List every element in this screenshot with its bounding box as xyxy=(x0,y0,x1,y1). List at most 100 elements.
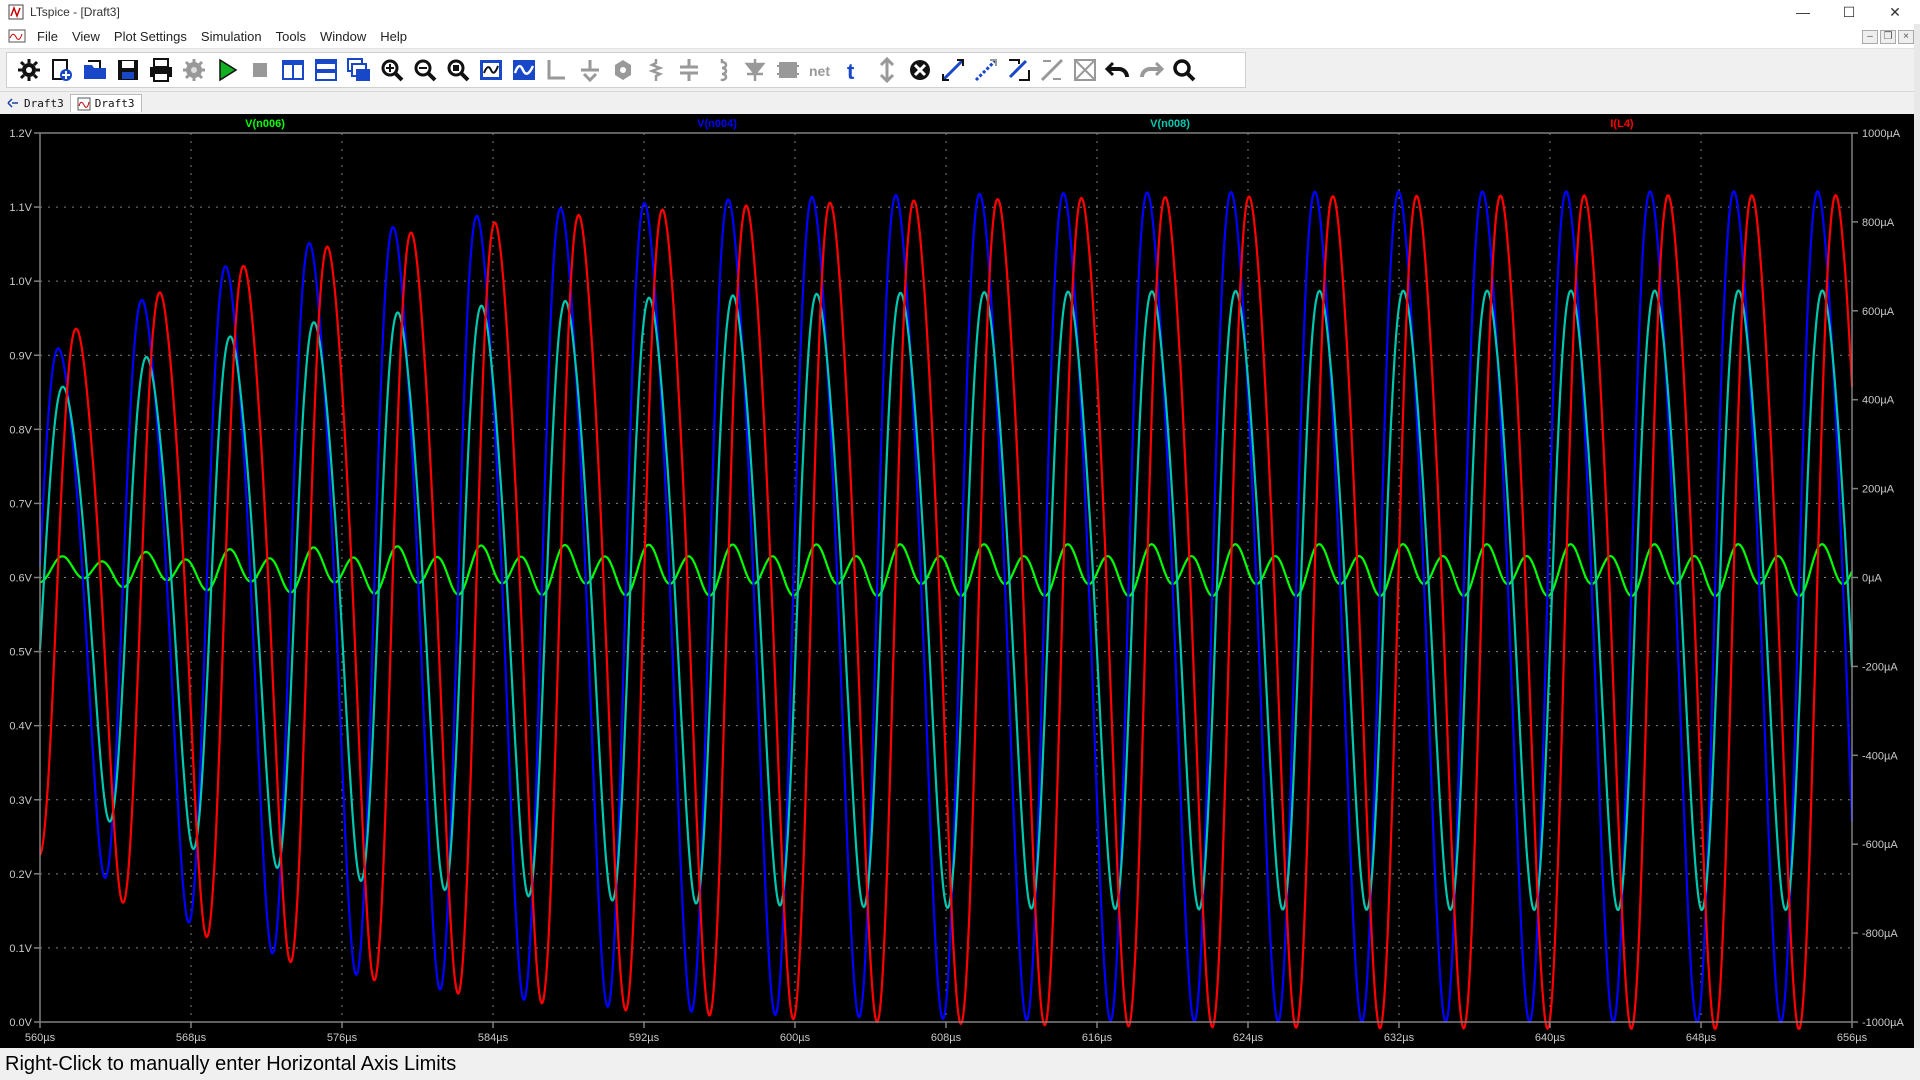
label-net-button[interactable] xyxy=(609,55,636,85)
setup-button[interactable] xyxy=(180,55,207,85)
autorange-icon xyxy=(479,60,502,80)
x-tick-label: 560µs xyxy=(25,1032,56,1044)
mdi-close-button[interactable]: × xyxy=(1898,30,1914,44)
menu-help[interactable]: Help xyxy=(373,29,414,44)
print-button[interactable] xyxy=(147,55,174,85)
svg-text:t: t xyxy=(847,59,855,83)
right-tick-label: -400µA xyxy=(1862,750,1898,762)
menu-file[interactable]: File xyxy=(30,29,65,44)
ltspice-app-icon xyxy=(8,4,24,20)
undo-button[interactable] xyxy=(1104,55,1131,85)
trace-vn006[interactable] xyxy=(39,543,1854,598)
tab-waveform[interactable]: Draft3 xyxy=(69,94,142,112)
right-tick-label: 800µA xyxy=(1862,217,1895,229)
find-button[interactable] xyxy=(1170,55,1197,85)
menu-view[interactable]: View xyxy=(65,29,107,44)
open-button[interactable] xyxy=(81,55,108,85)
title-bar: LTspice - [Draft3] xyxy=(0,0,1920,24)
autorange-button[interactable] xyxy=(477,55,504,85)
left-tick-label: 0.7V xyxy=(9,498,32,510)
run-button[interactable] xyxy=(213,55,240,85)
zoom-out-icon xyxy=(414,59,436,82)
left-tick-label: 0.6V xyxy=(9,573,32,585)
tile-vertical-button[interactable] xyxy=(279,55,306,85)
trace-label-vn004[interactable]: V(n004) xyxy=(697,118,737,130)
new-schematic-button[interactable] xyxy=(48,55,75,85)
waveform-chart[interactable]: 0.0V 0.1V 0.2V 0.3V 0.4V 0.5V 0.6V 0.7V 0.8V 0.9V… xyxy=(0,114,1920,1048)
right-tick-label: -1000µA xyxy=(1862,1017,1904,1029)
resistor-button[interactable] xyxy=(642,55,669,85)
maximize-button[interactable]: ☐ xyxy=(1826,0,1872,24)
minimize-button[interactable]: — xyxy=(1780,0,1826,24)
vertical-scrollbar[interactable] xyxy=(1914,24,1920,1048)
move-button[interactable] xyxy=(873,55,900,85)
drag-button[interactable] xyxy=(939,55,966,85)
drag-icon xyxy=(941,58,964,82)
waveform-icon xyxy=(512,60,535,80)
tile-horizontal-button[interactable] xyxy=(312,55,339,85)
right-tick-label: -800µA xyxy=(1862,928,1898,940)
waveform-button[interactable] xyxy=(510,55,537,85)
toolbar: net t xyxy=(0,49,1920,92)
cascade-icon xyxy=(346,58,370,81)
capacitor-button[interactable] xyxy=(675,55,702,85)
rotate-button[interactable] xyxy=(1005,55,1032,85)
mdi-restore-button[interactable]: ❐ xyxy=(1880,30,1896,44)
open-icon xyxy=(83,60,106,79)
wire-button[interactable] xyxy=(543,55,570,85)
component-button[interactable] xyxy=(774,55,801,85)
ground-button[interactable] xyxy=(576,55,603,85)
draw-button[interactable] xyxy=(1071,55,1098,85)
duplicate-button[interactable] xyxy=(972,55,999,85)
run-icon xyxy=(218,58,237,82)
x-tick-label: 568µs xyxy=(176,1032,207,1044)
text-button[interactable]: t xyxy=(840,55,867,85)
mirror-button[interactable] xyxy=(1038,55,1065,85)
zoom-in-button[interactable] xyxy=(378,55,405,85)
left-tick-label: 0.5V xyxy=(9,647,32,659)
x-tick-label: 656µs xyxy=(1837,1032,1868,1044)
left-tick-label: 0.9V xyxy=(9,350,32,362)
mdi-waveform-icon[interactable] xyxy=(8,28,26,44)
menu-plot-settings[interactable]: Plot Settings xyxy=(107,29,194,44)
x-tick-label: 600µs xyxy=(780,1032,811,1044)
left-tick-label: 0.2V xyxy=(9,869,32,881)
menu-simulation[interactable]: Simulation xyxy=(194,29,269,44)
menu-window[interactable]: Window xyxy=(313,29,373,44)
svg-text:net: net xyxy=(809,63,830,79)
control-panel-button[interactable] xyxy=(15,55,42,85)
text-icon: t xyxy=(847,59,855,83)
right-tick-label: -200µA xyxy=(1862,661,1898,673)
cascade-button[interactable] xyxy=(345,55,372,85)
tab-schematic[interactable]: Draft3 xyxy=(0,94,70,112)
x-tick-label: 576µs xyxy=(327,1032,358,1044)
spice-directive-button[interactable]: net xyxy=(807,55,834,85)
redo-button[interactable] xyxy=(1137,55,1164,85)
menu-tools[interactable]: Tools xyxy=(269,29,313,44)
zoom-fit-icon xyxy=(447,59,469,82)
status-bar: Right-Click to manually enter Horizontal… xyxy=(0,1048,1920,1080)
tab-label: Draft3 xyxy=(24,96,64,110)
delete-button[interactable] xyxy=(906,55,933,85)
zoom-out-button[interactable] xyxy=(411,55,438,85)
waveform-plot[interactable]: 0.0V 0.1V 0.2V 0.3V 0.4V 0.5V 0.6V 0.7V 0.8V 0.9V… xyxy=(0,114,1920,1048)
save-button[interactable] xyxy=(114,55,141,85)
ground-icon xyxy=(580,60,599,83)
trace-vn008[interactable] xyxy=(38,289,1854,912)
diode-button[interactable] xyxy=(741,55,768,85)
halt-button[interactable] xyxy=(246,55,273,85)
inductor-button[interactable] xyxy=(708,55,735,85)
close-button[interactable]: ✕ xyxy=(1872,0,1918,24)
trace-label-il4[interactable]: I(L4) xyxy=(1610,118,1634,130)
zoom-fit-button[interactable] xyxy=(444,55,471,85)
trace-label-vn008[interactable]: V(n008) xyxy=(1150,118,1190,130)
print-icon xyxy=(149,58,172,82)
duplicate-icon xyxy=(974,58,997,82)
right-tick-label: 0µA xyxy=(1862,573,1882,585)
waveform-icon xyxy=(77,97,91,110)
mdi-minimize-button[interactable]: – xyxy=(1862,30,1878,44)
find-icon xyxy=(1172,59,1195,82)
status-text: Right-Click to manually enter Horizontal… xyxy=(5,1052,457,1075)
right-tick-label: 1000µA xyxy=(1862,128,1901,140)
trace-label-vn006[interactable]: V(n006) xyxy=(245,118,285,130)
